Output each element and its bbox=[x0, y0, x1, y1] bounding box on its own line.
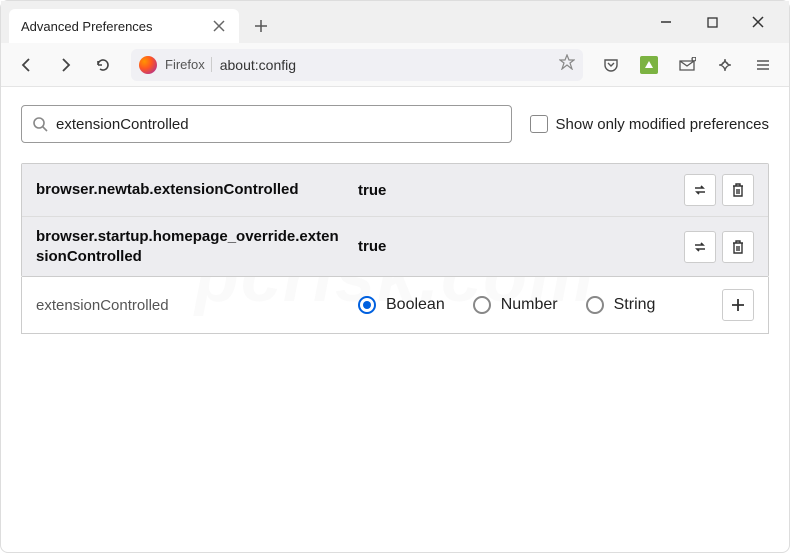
identity-label: Firefox bbox=[165, 57, 212, 72]
new-pref-row: extensionControlled Boolean Number Strin… bbox=[21, 277, 769, 334]
radio-boolean[interactable]: Boolean bbox=[358, 296, 445, 314]
pref-name: browser.newtab.extensionControlled bbox=[36, 180, 346, 200]
delete-button[interactable] bbox=[722, 174, 754, 206]
browser-tab[interactable]: Advanced Preferences bbox=[9, 9, 239, 43]
checkbox-icon bbox=[530, 115, 548, 133]
titlebar: Advanced Preferences bbox=[1, 1, 789, 43]
menu-button[interactable] bbox=[747, 49, 779, 81]
pref-row[interactable]: browser.newtab.extensionControlled true bbox=[22, 164, 768, 217]
toggle-button[interactable] bbox=[684, 174, 716, 206]
content-area: Show only modified preferences browser.n… bbox=[1, 87, 789, 352]
maximize-button[interactable] bbox=[689, 7, 735, 37]
forward-button[interactable] bbox=[49, 49, 81, 81]
pocket-icon[interactable] bbox=[595, 49, 627, 81]
search-box[interactable] bbox=[21, 105, 512, 143]
tab-title: Advanced Preferences bbox=[21, 19, 211, 34]
radio-icon bbox=[586, 296, 604, 314]
search-input[interactable] bbox=[56, 116, 501, 133]
extension-icon[interactable] bbox=[633, 49, 665, 81]
search-icon bbox=[32, 116, 48, 132]
type-options: Boolean Number String bbox=[358, 296, 710, 314]
pref-row[interactable]: browser.startup.homepage_override.extens… bbox=[22, 217, 768, 276]
url-bar[interactable]: Firefox about:config bbox=[131, 49, 583, 81]
checkbox-label: Show only modified preferences bbox=[556, 116, 769, 133]
radio-icon bbox=[358, 296, 376, 314]
window-controls bbox=[643, 7, 781, 37]
delete-button[interactable] bbox=[722, 231, 754, 263]
bookmark-star-icon[interactable] bbox=[559, 54, 575, 75]
firefox-icon bbox=[139, 56, 157, 74]
pref-value: true bbox=[358, 182, 672, 199]
mail-icon[interactable] bbox=[671, 49, 703, 81]
toggle-button[interactable] bbox=[684, 231, 716, 263]
reload-button[interactable] bbox=[87, 49, 119, 81]
pref-value: true bbox=[358, 238, 672, 255]
toolbar: Firefox about:config bbox=[1, 43, 789, 87]
add-button[interactable] bbox=[722, 289, 754, 321]
pref-actions bbox=[684, 174, 754, 206]
pref-actions bbox=[684, 231, 754, 263]
search-row: Show only modified preferences bbox=[21, 105, 769, 143]
back-button[interactable] bbox=[11, 49, 43, 81]
close-tab-icon[interactable] bbox=[211, 18, 227, 34]
radio-number[interactable]: Number bbox=[473, 296, 558, 314]
radio-string[interactable]: String bbox=[586, 296, 656, 314]
prefs-table: browser.newtab.extensionControlled true … bbox=[21, 163, 769, 277]
close-window-button[interactable] bbox=[735, 7, 781, 37]
show-modified-checkbox[interactable]: Show only modified preferences bbox=[530, 115, 769, 133]
url-text: about:config bbox=[220, 57, 551, 73]
new-pref-name: extensionControlled bbox=[36, 297, 346, 314]
shield-icon[interactable] bbox=[709, 49, 741, 81]
radio-icon bbox=[473, 296, 491, 314]
pref-name: browser.startup.homepage_override.extens… bbox=[36, 227, 346, 266]
new-tab-button[interactable] bbox=[247, 12, 275, 40]
minimize-button[interactable] bbox=[643, 7, 689, 37]
